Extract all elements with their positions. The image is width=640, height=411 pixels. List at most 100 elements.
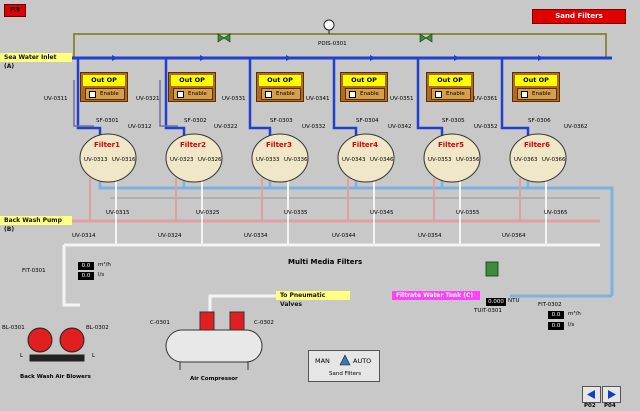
fit2-total-unit: l/s bbox=[568, 322, 575, 328]
filter-name[interactable]: Filter4 bbox=[352, 141, 378, 149]
enable-toggle[interactable]: Enable bbox=[85, 88, 125, 100]
prev-page-button[interactable] bbox=[582, 386, 601, 403]
sea-water-inlet-label[interactable]: Sea Water Inlet (A) bbox=[0, 53, 72, 70]
enable-label: Enable bbox=[360, 91, 379, 97]
sf-tag: SF-0306 bbox=[528, 118, 551, 124]
outop-title: Out OP bbox=[171, 75, 213, 86]
screen-id-badge: P3 bbox=[4, 4, 26, 17]
enable-label: Enable bbox=[446, 91, 465, 97]
uv-b-tag: UV-0316 bbox=[112, 157, 136, 163]
sf-tag: SF-0302 bbox=[184, 118, 207, 124]
uv-top-tag: UV-0362 bbox=[564, 124, 588, 130]
enable-toggle[interactable]: Enable bbox=[517, 88, 557, 100]
scada-screen: P3 Sand Filters PDIS-0301 Sea Water Inle… bbox=[0, 0, 640, 411]
uv-d-tag: UV-0344 bbox=[332, 233, 356, 239]
uv-d-tag: UV-0324 bbox=[158, 233, 182, 239]
outop-title: Out OP bbox=[343, 75, 385, 86]
uv-top-tag: UV-0342 bbox=[388, 124, 412, 130]
next-page-button[interactable] bbox=[602, 386, 621, 403]
bl2-tag: BL-0302 bbox=[86, 325, 109, 331]
enable-toggle[interactable]: Enable bbox=[345, 88, 385, 100]
sf-tag: SF-0301 bbox=[96, 118, 119, 124]
uv-b-tag: UV-0336 bbox=[284, 157, 308, 163]
man-auto-panel[interactable]: MAN AUTO Sand Filters bbox=[308, 350, 380, 382]
enable-checkbox[interactable] bbox=[521, 91, 528, 98]
enable-toggle[interactable]: Enable bbox=[173, 88, 213, 100]
uv-inlet-tag: UV-0321 bbox=[136, 96, 160, 102]
mode-caption: Sand Filters bbox=[329, 371, 362, 377]
enable-label: Enable bbox=[100, 91, 119, 97]
fit1-flow-value: 0.0 bbox=[78, 262, 94, 270]
fit2-flow-unit: m³/h bbox=[568, 311, 581, 317]
blowers-label: Back Wash Air Blowers bbox=[20, 374, 91, 380]
outop-title: Out OP bbox=[259, 75, 301, 86]
arrow-right-icon bbox=[608, 390, 616, 399]
enable-checkbox[interactable] bbox=[435, 91, 442, 98]
uv-inlet-tag: UV-0361 bbox=[474, 96, 498, 102]
uv-inlet-tag: UV-0331 bbox=[222, 96, 246, 102]
outop-panel-4: Out OP Enable bbox=[340, 72, 388, 102]
man-label[interactable]: MAN bbox=[315, 357, 330, 365]
filter-name[interactable]: Filter1 bbox=[94, 141, 120, 149]
c2-tag: C-0302 bbox=[254, 320, 274, 326]
pdis-tag: PDIS-0301 bbox=[318, 41, 347, 47]
uv-b-tag: UV-0346 bbox=[370, 157, 394, 163]
enable-checkbox[interactable] bbox=[89, 91, 96, 98]
uv-a-tag: UV-0323 bbox=[170, 157, 194, 163]
auto-label[interactable]: AUTO bbox=[353, 357, 371, 365]
multi-media-filters-label: Multi Media Filters bbox=[288, 258, 363, 266]
enable-checkbox[interactable] bbox=[265, 91, 272, 98]
uv-c-tag: UV-0355 bbox=[456, 210, 480, 216]
l-mark-right: L bbox=[92, 353, 96, 359]
fit2-flow-value: 0.0 bbox=[548, 311, 564, 319]
uv-d-tag: UV-0354 bbox=[418, 233, 442, 239]
filter-name[interactable]: Filter2 bbox=[180, 141, 206, 149]
outop-title: Out OP bbox=[515, 75, 557, 86]
fit1-flow-unit: m³/h bbox=[98, 262, 111, 268]
uv-c-tag: UV-0325 bbox=[196, 210, 220, 216]
outop-panel-2: Out OP Enable bbox=[168, 72, 216, 102]
outop-panel-3: Out OP Enable bbox=[256, 72, 304, 102]
uv-b-tag: UV-0356 bbox=[456, 157, 480, 163]
enable-label: Enable bbox=[532, 91, 551, 97]
uv-top-tag: UV-0312 bbox=[128, 124, 152, 130]
fit1-total-value: 0.0 bbox=[78, 272, 94, 280]
sf-tag: SF-0305 bbox=[442, 118, 465, 124]
uv-a-tag: UV-0343 bbox=[342, 157, 366, 163]
fit2-total-value: 0.0 bbox=[548, 322, 564, 330]
filter-name[interactable]: Filter5 bbox=[438, 141, 464, 149]
enable-toggle[interactable]: Enable bbox=[431, 88, 471, 100]
outop-title: Out OP bbox=[83, 75, 125, 86]
uv-c-tag: UV-0345 bbox=[370, 210, 394, 216]
arrow-left-icon bbox=[587, 390, 595, 399]
back-wash-pump-label[interactable]: Back Wash Pump (B) bbox=[0, 216, 72, 233]
outop-panel-5: Out OP Enable bbox=[426, 72, 474, 102]
filtrate-tank-label[interactable]: Filtrate Water Tank (C) bbox=[392, 291, 480, 300]
enable-checkbox[interactable] bbox=[177, 91, 184, 98]
outop-panel-6: Out OP Enable bbox=[512, 72, 560, 102]
screen-title: Sand Filters bbox=[532, 9, 626, 24]
outop-title: Out OP bbox=[429, 75, 471, 86]
sf-tag: SF-0304 bbox=[356, 118, 379, 124]
filter-name[interactable]: Filter3 bbox=[266, 141, 292, 149]
mode-switch-icon[interactable] bbox=[339, 354, 351, 366]
tuit-tag: TUIT-0301 bbox=[474, 308, 502, 314]
enable-checkbox[interactable] bbox=[349, 91, 356, 98]
filter-name[interactable]: Filter6 bbox=[524, 141, 550, 149]
next-page-label: P04 bbox=[604, 403, 616, 409]
l-mark-left: L bbox=[20, 353, 24, 359]
ntu-unit: NTU bbox=[508, 298, 520, 304]
uv-b-tag: UV-0326 bbox=[198, 157, 222, 163]
uv-d-tag: UV-0334 bbox=[244, 233, 268, 239]
uv-a-tag: UV-0313 bbox=[84, 157, 108, 163]
enable-toggle[interactable]: Enable bbox=[261, 88, 301, 100]
sf-tag: SF-0303 bbox=[270, 118, 293, 124]
uv-a-tag: UV-0333 bbox=[256, 157, 280, 163]
fit1-tag: FIT-0301 bbox=[22, 268, 46, 274]
uv-a-tag: UV-0363 bbox=[514, 157, 538, 163]
uv-inlet-tag: UV-0311 bbox=[44, 96, 68, 102]
uv-c-tag: UV-0315 bbox=[106, 210, 130, 216]
uv-d-tag: UV-0314 bbox=[72, 233, 96, 239]
uv-inlet-tag: UV-0351 bbox=[390, 96, 414, 102]
pneumatic-valves-label[interactable]: To Pneumatic Valves bbox=[276, 291, 350, 308]
